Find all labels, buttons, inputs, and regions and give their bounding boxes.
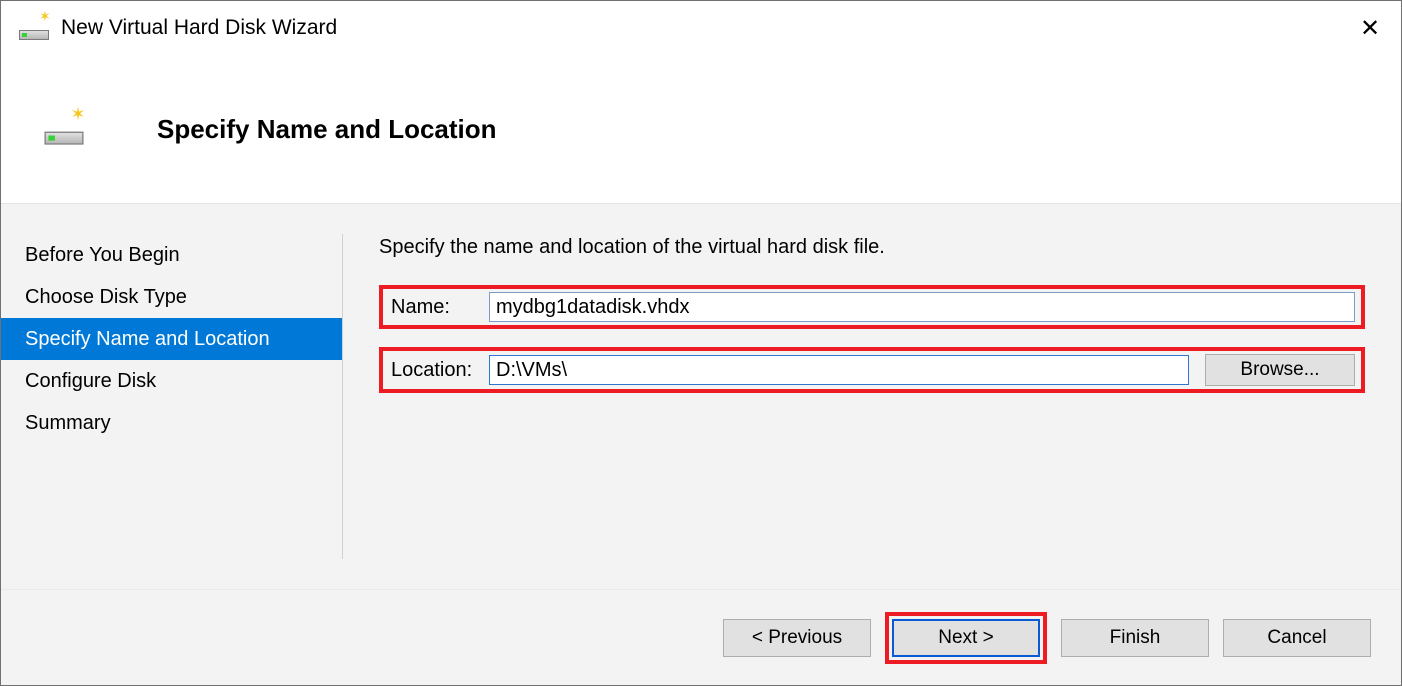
close-icon[interactable]: ✕ [1347, 14, 1393, 43]
cancel-button[interactable]: Cancel [1223, 619, 1371, 657]
name-input[interactable] [489, 292, 1355, 322]
next-button-highlight: Next > [885, 612, 1047, 664]
step-specify-name-location[interactable]: Specify Name and Location [1, 318, 343, 360]
titlebar: New Virtual Hard Disk Wizard ✕ [1, 1, 1401, 55]
wizard-window: New Virtual Hard Disk Wizard ✕ Specify N… [0, 0, 1402, 686]
browse-button[interactable]: Browse... [1205, 354, 1355, 386]
page-heading: Specify Name and Location [157, 114, 497, 145]
step-choose-disk-type[interactable]: Choose Disk Type [1, 276, 343, 318]
name-label: Name: [391, 296, 483, 319]
instruction-text: Specify the name and location of the vir… [379, 236, 1365, 259]
step-configure-disk[interactable]: Configure Disk [1, 360, 343, 402]
window-title: New Virtual Hard Disk Wizard [61, 16, 1335, 40]
hard-disk-icon [19, 16, 49, 40]
location-field-row: Location: Browse... [379, 347, 1365, 393]
location-input[interactable] [489, 355, 1189, 385]
body-area: Before You Begin Choose Disk Type Specif… [1, 203, 1401, 589]
previous-button[interactable]: < Previous [723, 619, 871, 657]
finish-button[interactable]: Finish [1061, 619, 1209, 657]
name-field-row: Name: [379, 285, 1365, 329]
step-before-you-begin[interactable]: Before You Begin [1, 234, 343, 276]
wizard-steps-sidebar: Before You Begin Choose Disk Type Specif… [1, 204, 343, 589]
step-summary[interactable]: Summary [1, 402, 343, 444]
location-label: Location: [391, 359, 483, 382]
wizard-footer: < Previous Next > Finish Cancel [1, 589, 1401, 685]
next-button[interactable]: Next > [892, 619, 1040, 657]
content-pane: Specify the name and location of the vir… [343, 204, 1401, 589]
header-area: Specify Name and Location [1, 55, 1401, 203]
hard-disk-icon [45, 113, 84, 144]
